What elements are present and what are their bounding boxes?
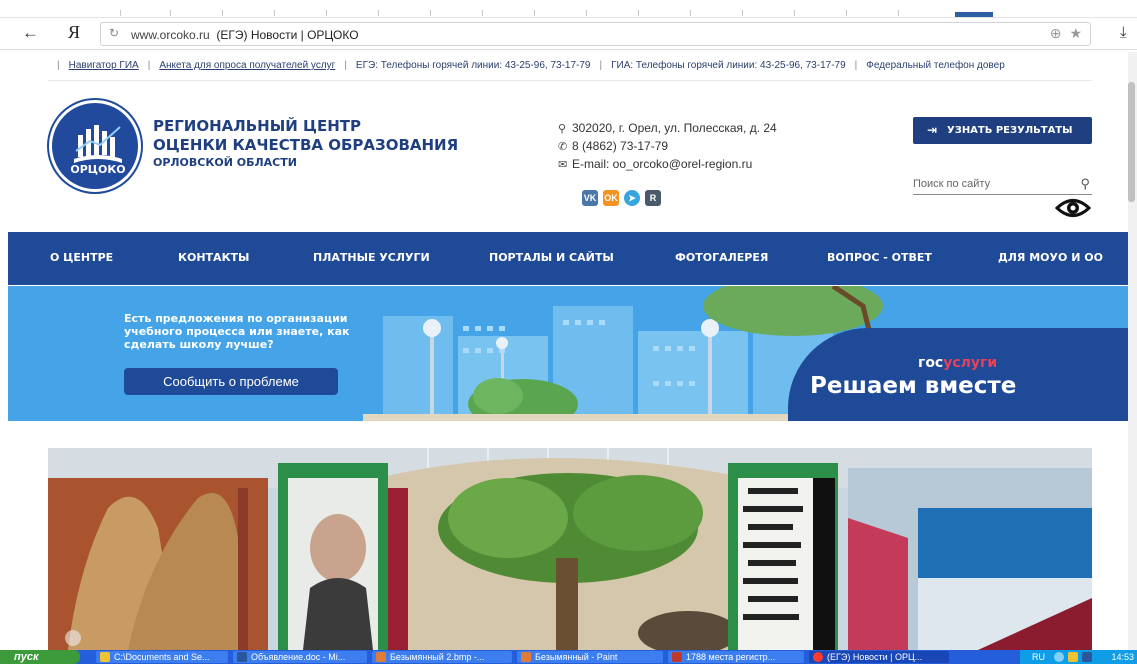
nav-item-faq[interactable]: ВОПРОС - ОТВЕТ — [827, 251, 932, 264]
scrollbar-thumb[interactable] — [1128, 82, 1135, 202]
eye-icon[interactable] — [1055, 195, 1091, 221]
nav-item-gallery[interactable]: ФОТОГАЛЕРЕЯ — [675, 251, 768, 264]
gosuslugi-banner[interactable]: Есть предложения по организации учебного… — [8, 286, 1135, 421]
protect-icon[interactable]: ⊕ — [1050, 25, 1062, 41]
contact-address: 302020, г. Орел, ул. Полесская, д. 24 — [572, 121, 777, 135]
reload-icon[interactable]: ↻ — [109, 26, 119, 40]
org-name[interactable]: РЕГИОНАЛЬНЫЙ ЦЕНТР ОЦЕНКИ КАЧЕСТВА ОБРАЗ… — [153, 117, 458, 171]
taskbar-item-label: 1788 места регистр... — [686, 652, 776, 662]
language-indicator[interactable]: RU — [1032, 650, 1045, 664]
exhibition-photo — [48, 448, 1092, 650]
social-links: VK OK ➤ R — [582, 188, 666, 206]
url-input[interactable]: ↻ www.orcoko.ru (ЕГЭ) Новости | ОРЦОКО ⊕… — [100, 22, 1091, 46]
gosuslugi-logo: госуслуги — [918, 355, 997, 371]
phone-icon: ✆ — [558, 141, 568, 153]
paint-icon — [376, 652, 386, 662]
rutube-icon[interactable]: R — [645, 190, 661, 206]
org-name-line3: ОРЛОВСКОЙ ОБЛАСТИ — [153, 156, 297, 169]
top-info-gia-hotline: ГИА: Телефоны горячей линии: 43-25-96, 7… — [611, 60, 846, 71]
page-scrollbar[interactable] — [1128, 52, 1137, 650]
logo-text: ОРЦОКО — [70, 163, 126, 176]
location-pin-icon: ⚲ — [558, 123, 567, 135]
taskbar: пуск C:\Documents and Se... Объявление.d… — [0, 650, 1137, 664]
taskbar-item-browser[interactable]: (ЕГЭ) Новости | ОРЦ... — [809, 651, 949, 663]
odnoklassniki-icon[interactable]: OK — [603, 190, 619, 206]
banner-title: Решаем вместе — [810, 373, 1017, 399]
taskbar-item-word[interactable]: Объявление.doc - Mi... — [233, 651, 367, 663]
org-name-line2: ОЦЕНКИ КАЧЕСТВА ОБРАЗОВАНИЯ — [153, 136, 459, 154]
site-search: ⚲ — [913, 176, 1092, 195]
browser-window: ← Я ↻ www.orcoko.ru (ЕГЭ) Новости | ОРЦО… — [0, 0, 1137, 664]
divider — [48, 80, 1092, 81]
taskbar-item-paint-2[interactable]: Безымянный - Paint — [517, 651, 663, 663]
news-photo-slider[interactable] — [48, 448, 1092, 650]
main-nav: О ЦЕНТРЕ КОНТАКТЫ ПЛАТНЫЕ УСЛУГИ ПОРТАЛЫ… — [8, 232, 1137, 285]
taskbar-item-label: Объявление.doc - Mi... — [251, 652, 346, 662]
vk-icon[interactable]: VK — [582, 190, 598, 206]
telegram-icon[interactable]: ➤ — [624, 190, 640, 206]
notification-icon[interactable] — [1068, 652, 1078, 662]
yandex-logo-icon[interactable]: Я — [68, 22, 80, 43]
banner-text: Есть предложения по организации учебного… — [124, 312, 350, 351]
download-icon[interactable]: ⤓ — [1120, 24, 1127, 41]
gosuslugi-logo-part1: гос — [918, 355, 944, 371]
document-icon — [672, 652, 682, 662]
folder-icon — [100, 652, 110, 662]
taskbar-item-label: Безымянный 2.bmp -... — [390, 652, 485, 662]
taskbar-item-label: C:\Documents and Se... — [114, 652, 210, 662]
url-page-title: (ЕГЭ) Новости | ОРЦОКО — [216, 28, 359, 42]
gosuslugi-logo-part2: услуги — [943, 355, 998, 371]
envelope-icon: ✉ — [558, 159, 568, 171]
address-bar: ← Я ↻ www.orcoko.ru (ЕГЭ) Новости | ОРЦО… — [0, 18, 1137, 50]
paint-icon — [521, 652, 531, 662]
site-logo[interactable]: ОРЦОКО — [49, 100, 141, 192]
nav-item-paid-services[interactable]: ПЛАТНЫЕ УСЛУГИ — [313, 251, 430, 264]
url-text[interactable]: www.orcoko.ru (ЕГЭ) Новости | ОРЦОКО — [131, 28, 359, 42]
taskbar-item-explorer[interactable]: C:\Documents and Se... — [96, 651, 228, 663]
start-button[interactable]: пуск — [0, 650, 80, 664]
results-button-label: УЗНАТЬ РЕЗУЛЬТАТЫ — [947, 125, 1073, 136]
taskbar-item-label: Безымянный - Paint — [535, 652, 618, 662]
search-icon[interactable]: ⚲ — [1080, 176, 1090, 192]
org-name-line1: РЕГИОНАЛЬНЫЙ ЦЕНТР — [153, 117, 361, 135]
nav-item-about[interactable]: О ЦЕНТРЕ — [50, 251, 113, 264]
tab-strip — [0, 0, 1137, 18]
contact-phone: 8 (4862) 73-17-79 — [572, 139, 669, 153]
report-problem-button[interactable]: Сообщить о проблеме — [124, 368, 338, 395]
taskbar-item-label: (ЕГЭ) Новости | ОРЦ... — [827, 652, 923, 662]
network-icon[interactable] — [1054, 652, 1064, 662]
top-link-survey[interactable]: Анкета для опроса получателей услуг — [159, 60, 335, 71]
contact-email[interactable]: E-mail: oo_orcoko@orel-region.ru — [572, 157, 752, 171]
search-input[interactable] — [913, 178, 1073, 190]
word-icon — [237, 652, 247, 662]
taskbar-item-doc[interactable]: 1788 места регистр... — [668, 651, 804, 663]
top-link-gia-navigator[interactable]: Навигатор ГИА — [69, 60, 139, 71]
login-icon: ⇥ — [927, 123, 938, 137]
results-button[interactable]: ⇥ УЗНАТЬ РЕЗУЛЬТАТЫ — [913, 117, 1092, 144]
clock: 14:53 — [1111, 652, 1134, 662]
yandex-browser-icon — [813, 652, 823, 662]
top-info-ege-hotline: ЕГЭ: Телефоны горячей линии: 43-25-96, 7… — [355, 60, 591, 71]
system-tray: RU 14:53 — [1020, 650, 1137, 664]
url-domain: www.orcoko.ru — [131, 28, 210, 42]
nav-item-for-schools[interactable]: ДЛЯ МОУО И ОО — [998, 251, 1103, 264]
bookmark-star-icon[interactable]: ★ — [1069, 25, 1082, 41]
taskbar-item-paint-1[interactable]: Безымянный 2.bmp -... — [372, 651, 512, 663]
contacts-block: ⚲ 302020, г. Орел, ул. Полесская, д. 24 ✆… — [558, 120, 777, 174]
nav-item-portals[interactable]: ПОРТАЛЫ И САЙТЫ — [489, 251, 614, 264]
active-tab[interactable] — [955, 12, 993, 17]
top-links-bar: | Навигатор ГИА | Анкета для опроса получат… — [57, 60, 1005, 71]
back-arrow-icon[interactable]: ← — [22, 23, 39, 43]
nav-item-contacts[interactable]: КОНТАКТЫ — [178, 251, 249, 264]
book-chart-icon — [74, 125, 122, 163]
tray-app-icon[interactable] — [1082, 652, 1092, 662]
top-info-federal-phone: Федеральный телефон довер — [866, 60, 1005, 71]
